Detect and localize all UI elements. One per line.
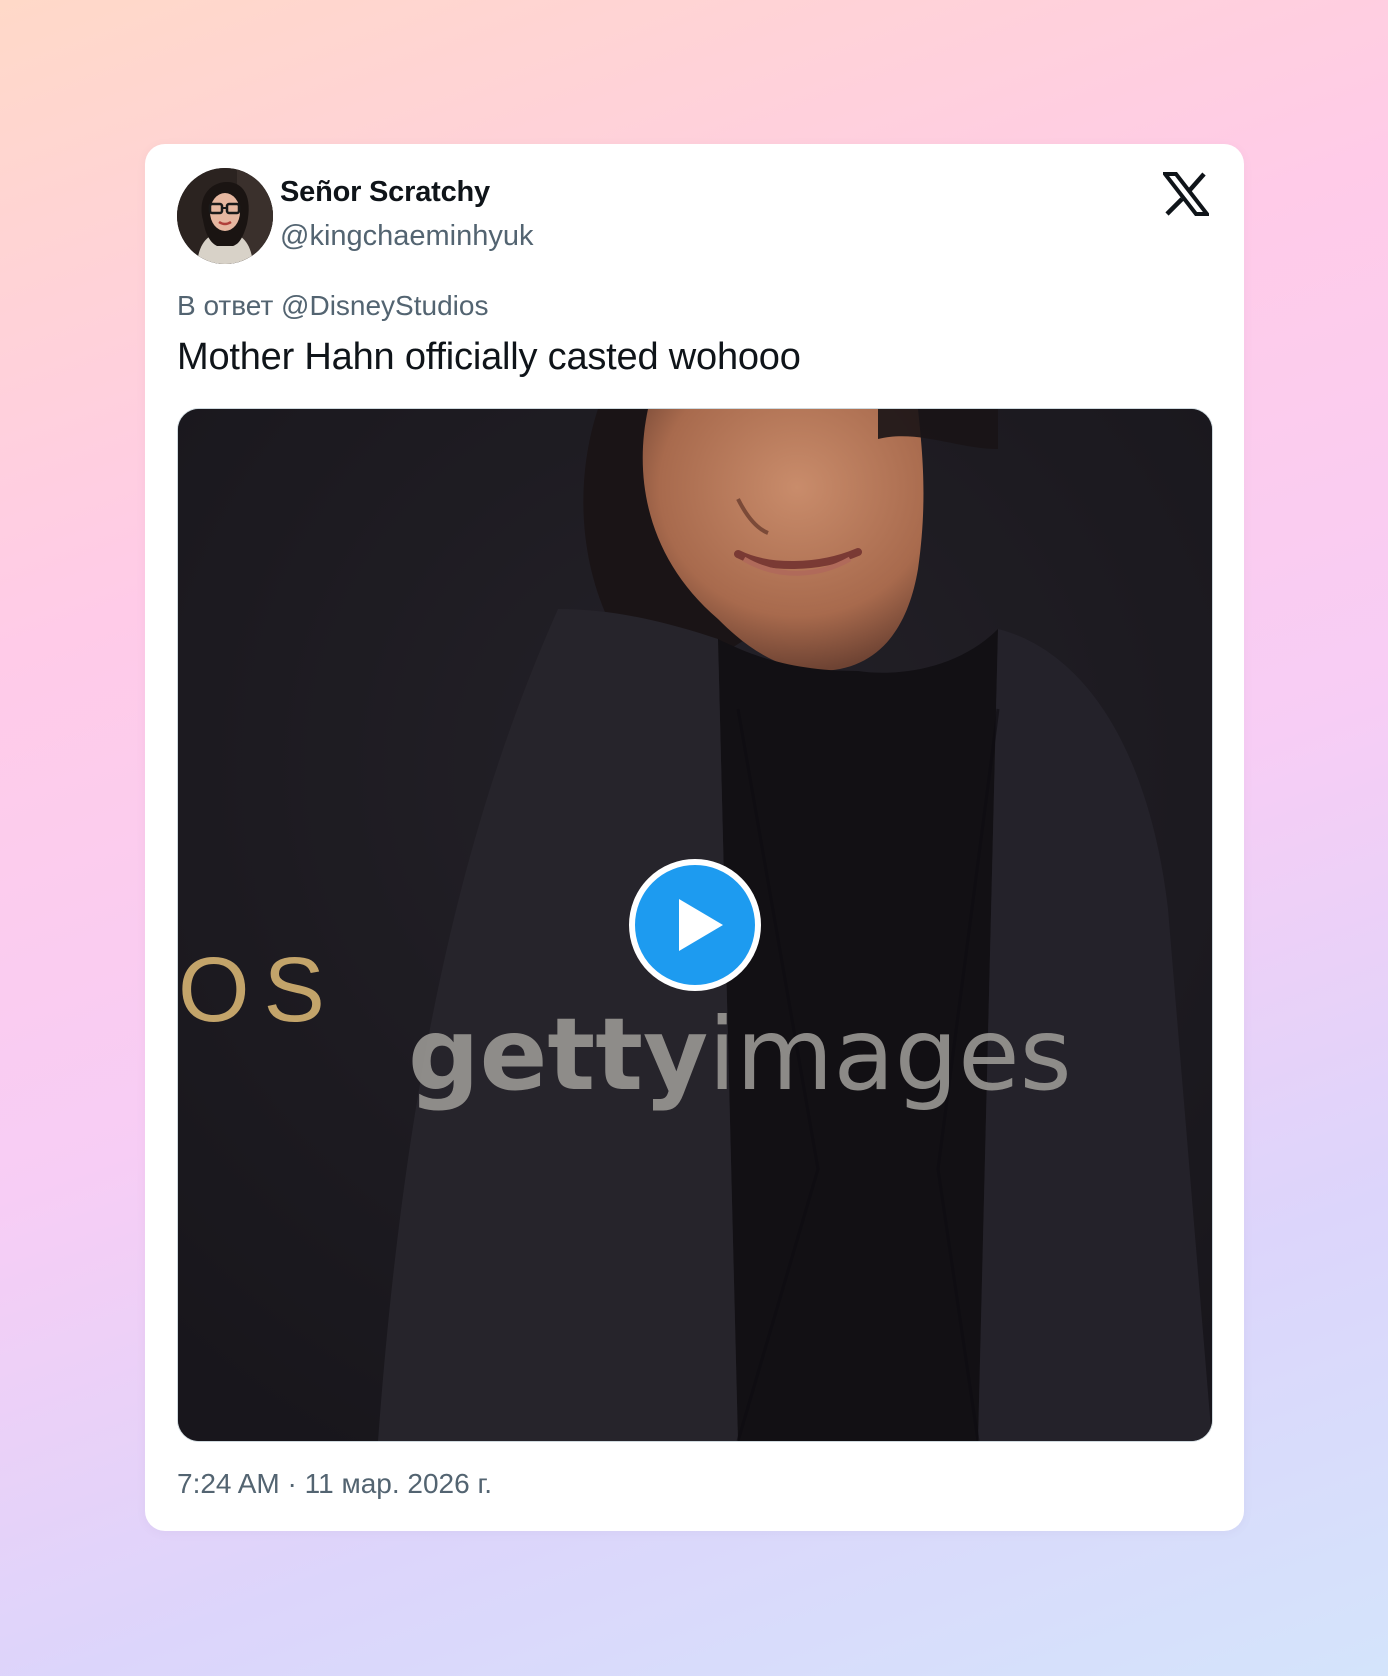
video-player[interactable]: OS gettyimages: [177, 408, 1213, 1442]
user-handle[interactable]: @kingchaeminhyuk: [280, 220, 534, 253]
tweet-card: Señor Scratchy @kingchaeminhyuk В ответ …: [145, 144, 1244, 1531]
user-avatar-icon: [177, 168, 273, 264]
watermark-bold: getty: [408, 996, 708, 1113]
play-icon: [679, 899, 723, 951]
reply-to-label[interactable]: В ответ @DisneyStudios: [177, 290, 488, 322]
play-button[interactable]: [629, 859, 761, 991]
tweet-timestamp[interactable]: 7:24 AM · 11 мар. 2026 г.: [177, 1468, 492, 1500]
avatar[interactable]: [177, 168, 273, 264]
x-logo-icon[interactable]: [1160, 172, 1212, 216]
display-name[interactable]: Señor Scratchy: [280, 176, 490, 209]
watermark-light: images: [708, 996, 1072, 1113]
tweet-text: Mother Hahn officially casted wohooo: [177, 336, 801, 378]
watermark-text: gettyimages: [408, 996, 1072, 1113]
background-sign-text: OS: [178, 939, 339, 1041]
